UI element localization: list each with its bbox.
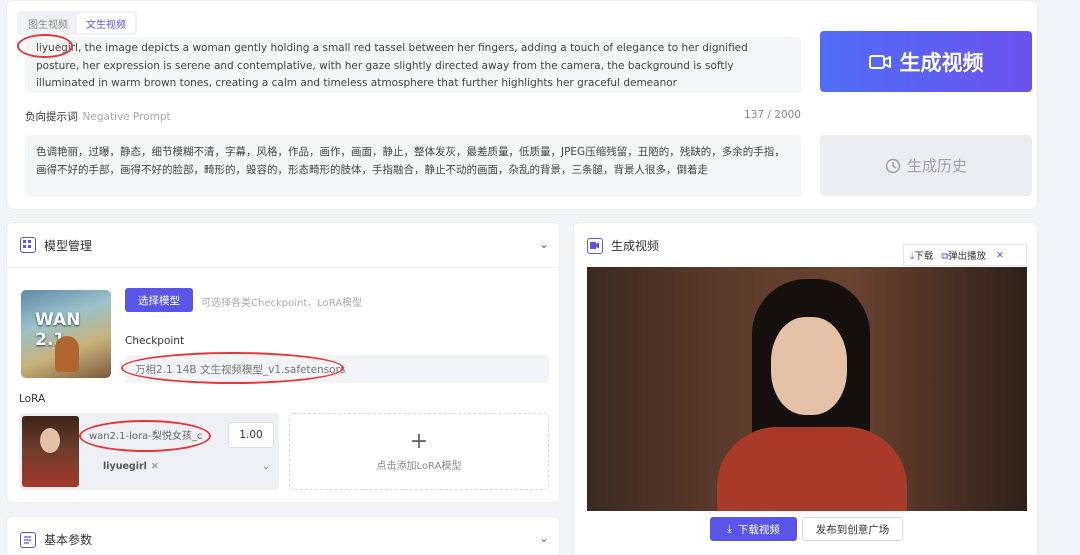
clock-icon [885,158,901,173]
lora-tag-text: liyuegirl [103,461,147,472]
grid-icon [20,237,36,253]
chevron-down-icon[interactable]: ⌄ [539,531,549,545]
select-model-button[interactable]: 选择模型 [125,288,193,312]
video-camera-icon [587,237,603,254]
video-camera-icon [868,54,891,69]
model-management-header[interactable]: 模型管理 ⌄ [7,223,559,268]
negative-prompt-label-en: Negative Prompt [82,111,171,123]
generate-video-label: 生成视频 [899,50,984,75]
generated-video-title: 生成视频 [611,239,660,253]
annotation-circle-trigger-word [17,34,73,58]
negative-char-count: 137 / 2000 [744,109,801,121]
generated-video-panel: 生成视频 ⤓下载 ⧉弹出播放 ✕ ⤓ 下载视频 发布到创意广场 [573,222,1038,555]
video-subject-face [771,317,847,415]
plus-icon: + [409,429,429,454]
lora-thumbnail [22,416,79,487]
video-subject-dress [717,427,907,511]
lora-trigger-tag: liyuegirl ✕ [103,461,159,472]
toolbar-popout-button[interactable]: ⧉弹出播放 [941,248,986,262]
basic-params-panel: 基本参数 ⌄ [6,516,560,555]
select-model-hint: 可选择各类Checkpoint，LoRA模型 [201,298,363,309]
negative-prompt-textarea[interactable]: 色调艳丽，过曝，静态，细节模糊不清，字幕，风格，作品，画作，画面，静止，整体发灰… [25,135,801,197]
chevron-down-icon[interactable]: ⌄ [539,237,549,251]
toolbar-download-label: 下载 [914,251,934,262]
download-icon: ⤓ [727,522,732,535]
model-management-title: 模型管理 [44,238,93,253]
thumbnail-figure [55,336,79,372]
prompt-textarea[interactable]: liyuegirl, the image depicts a woman gen… [25,37,801,93]
close-icon[interactable]: ✕ [996,250,1004,261]
negative-prompt-label-cn: 负向提示词 [25,111,78,123]
generation-history-label: 生成历史 [906,157,967,175]
checkpoint-label: Checkpoint [125,335,185,347]
add-lora-label: 点击添加LoRA模型 [376,461,462,472]
publish-to-gallery-button[interactable]: 发布到创意广场 [802,517,903,541]
prompt-panel: 图生视频 文生视频 liyuegirl, the image depicts a… [6,0,1038,210]
lora-label: LoRA [19,393,46,405]
thumbnail-face [40,428,60,453]
basic-params-title: 基本参数 [44,533,93,547]
document-icon [20,531,36,548]
tab-text-to-video[interactable]: 文生视频 [77,13,135,33]
video-toolbar: ⤓下载 ⧉弹出播放 ✕ [903,244,1027,266]
toolbar-download-button[interactable]: ⤓下载 [910,248,933,262]
toolbar-popout-label: 弹出播放 [948,251,987,262]
download-video-button[interactable]: ⤓ 下载视频 [710,517,797,541]
download-video-label: 下载视频 [737,523,780,536]
video-player[interactable] [587,267,1027,511]
model-thumbnail: WAN 2.1 [21,290,111,378]
popout-icon: ⧉ [941,251,949,262]
tag-close-icon[interactable]: ✕ [151,461,159,472]
lora-weight-input[interactable]: 1.00 [228,422,274,448]
generate-video-button[interactable]: 生成视频 [820,31,1032,92]
annotation-circle-checkpoint [121,352,344,384]
annotation-circle-lora [79,420,211,452]
mode-tabs: 图生视频 文生视频 [17,11,137,35]
tab-image-to-video[interactable]: 图生视频 [19,13,77,33]
generation-history-button[interactable]: 生成历史 [820,135,1032,196]
chevron-down-icon[interactable]: ⌄ [262,461,270,472]
negative-prompt-label: 负向提示词 Negative Prompt [25,109,171,124]
basic-params-header[interactable]: 基本参数 ⌄ [7,517,559,555]
add-lora-button[interactable]: + 点击添加LoRA模型 [289,413,549,490]
